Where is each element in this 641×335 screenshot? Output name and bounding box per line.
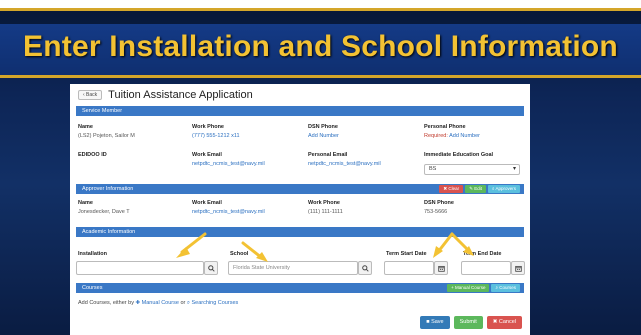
annotation-arrows bbox=[176, 232, 474, 262]
term-end-arrow bbox=[450, 232, 470, 252]
